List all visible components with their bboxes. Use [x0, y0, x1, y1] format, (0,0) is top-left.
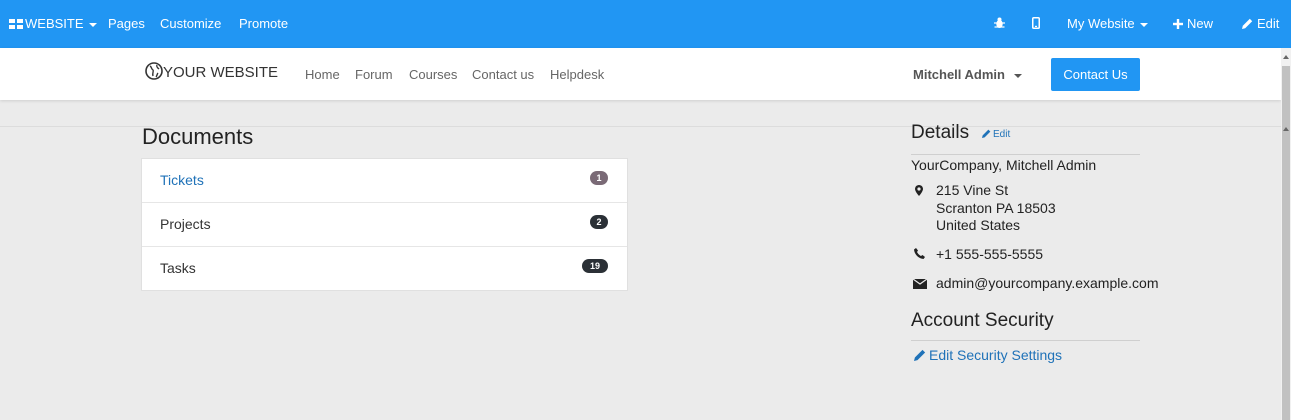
app-menu-button[interactable]: WEBSITE [9, 0, 97, 48]
scrollbar-thumb[interactable] [1282, 66, 1290, 420]
details-edit-label: Edit [993, 129, 1011, 140]
list-item-label: Tickets [160, 172, 204, 188]
edit-security-settings-link[interactable]: Edit Security Settings [914, 347, 1062, 363]
details-edit-link[interactable]: Edit [982, 129, 1010, 140]
list-item-tasks[interactable]: Tasks 19 [142, 247, 627, 290]
chevron-down-icon [1139, 22, 1148, 27]
edit-security-settings-label: Edit Security Settings [929, 347, 1063, 363]
pages-menu[interactable]: Pages [108, 0, 145, 48]
chevron-down-icon [88, 22, 97, 27]
nav-forum[interactable]: Forum [355, 67, 393, 82]
nav-home[interactable]: Home [305, 67, 340, 82]
count-badge: 19 [582, 259, 608, 273]
edit-label: Edit [1257, 16, 1280, 31]
bug-icon [994, 17, 1005, 28]
nav-courses[interactable]: Courses [409, 67, 457, 82]
list-item-label: Tasks [160, 260, 196, 276]
website-selector-label: My Website [1067, 16, 1135, 31]
customize-menu[interactable]: Customize [160, 0, 221, 48]
admin-bar: WEBSITE Pages Customize Promote My Websi… [0, 0, 1291, 48]
address-line-1: 215 Vine St [936, 182, 1009, 198]
new-button[interactable]: New [1173, 0, 1213, 48]
email-address: admin@yourcompany.example.com [936, 275, 1159, 291]
documents-title: Documents [142, 124, 254, 149]
nav-contact-us[interactable]: Contact us [472, 67, 534, 82]
grid-icon [9, 19, 23, 29]
app-menu-label: WEBSITE [25, 16, 84, 31]
account-security-title: Account Security [911, 310, 1054, 331]
list-item-tickets[interactable]: Tickets 1 [142, 159, 627, 203]
globe-icon [145, 62, 163, 80]
documents-list: Tickets 1 Projects 2 Tasks 19 [141, 158, 628, 291]
site-header: YOUR WEBSITE Home Forum Courses Contact … [0, 48, 1281, 100]
list-item-projects[interactable]: Projects 2 [142, 203, 627, 247]
count-badge: 1 [590, 171, 608, 185]
website-selector[interactable]: My Website [1067, 0, 1148, 48]
chevron-down-icon [1013, 73, 1022, 78]
mobile-icon [1032, 17, 1040, 29]
address-line-3: United States [936, 217, 1021, 233]
phone-number: +1 555-555-5555 [936, 246, 1044, 262]
site-logo-text: YOUR WEBSITE [163, 64, 279, 81]
contact-us-button[interactable]: Contact Us [1051, 58, 1140, 91]
nav-helpdesk[interactable]: Helpdesk [550, 67, 604, 82]
count-badge: 2 [590, 215, 608, 229]
divider [911, 340, 1140, 341]
envelope-icon [913, 279, 927, 289]
mobile-preview-button[interactable] [1032, 0, 1040, 48]
phone-icon [914, 248, 925, 259]
details-title: Details [911, 122, 970, 143]
user-menu[interactable]: Mitchell Admin [913, 67, 1022, 82]
edit-button[interactable]: Edit [1242, 0, 1279, 48]
user-name: Mitchell Admin [913, 67, 1005, 82]
divider [911, 154, 1140, 155]
new-label: New [1187, 16, 1214, 31]
pencil-icon [914, 349, 926, 361]
map-marker-icon [915, 185, 923, 196]
pencil-icon [1242, 18, 1253, 29]
scroll-up-arrow-icon[interactable] [1283, 55, 1289, 59]
pencil-icon [982, 129, 991, 138]
plus-icon [1173, 19, 1183, 29]
promote-menu[interactable]: Promote [239, 0, 288, 48]
scroll-up-arrow-icon[interactable] [1283, 127, 1289, 131]
debug-bug-button[interactable] [994, 0, 1005, 48]
address-line-2: Scranton PA 18503 [936, 200, 1056, 216]
site-logo[interactable]: YOUR WEBSITE [145, 62, 278, 86]
company-name: YourCompany, Mitchell Admin [911, 157, 1097, 173]
list-item-label: Projects [160, 216, 211, 232]
